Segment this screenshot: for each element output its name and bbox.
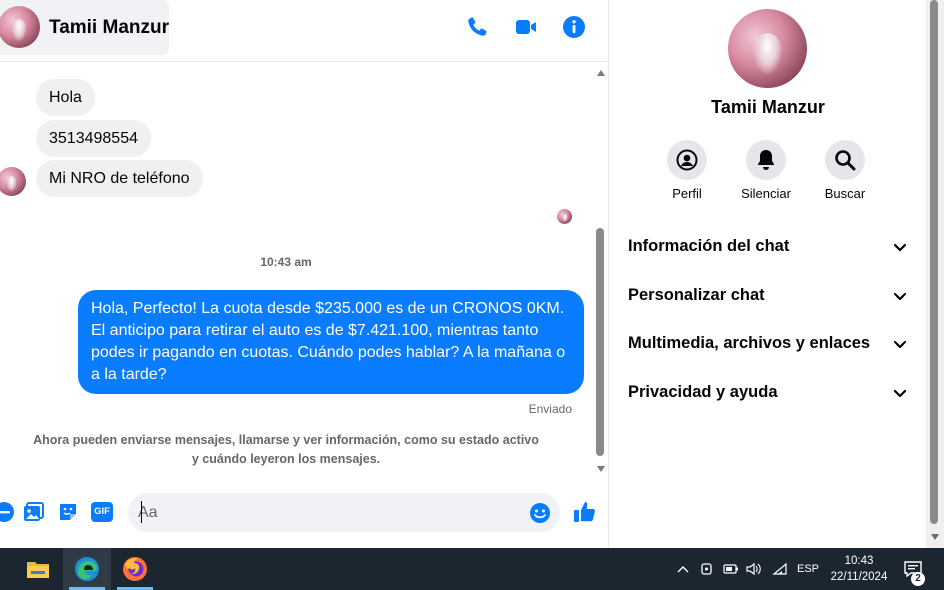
- like-icon[interactable]: [573, 500, 597, 524]
- profile-label: Perfil: [672, 186, 702, 201]
- notification-count-badge: 2: [911, 572, 925, 586]
- chevron-down-icon: [893, 243, 907, 252]
- search-button[interactable]: Buscar: [805, 140, 885, 201]
- message-list: Hola 3513498554 Mi NRO de teléfono 10:43…: [0, 63, 593, 475]
- section-label: Personalizar chat: [628, 286, 765, 304]
- section-privacy-help[interactable]: Privacidad y ayuda: [610, 371, 926, 415]
- sender-avatar[interactable]: [0, 167, 26, 196]
- chat-panel: Tamii Manzur Hola 3513498554 Mi NRO de t…: [0, 0, 609, 548]
- page-scrollbar[interactable]: [926, 0, 944, 548]
- wifi-icon[interactable]: [770, 548, 790, 590]
- mute-button[interactable]: Silenciar: [726, 140, 806, 201]
- chat-header: Tamii Manzur: [0, 0, 609, 62]
- section-label: Multimedia, archivos y enlaces: [628, 334, 871, 352]
- scroll-thumb[interactable]: [596, 228, 604, 456]
- section-customize-chat[interactable]: Personalizar chat: [610, 274, 926, 318]
- photo-icon[interactable]: [22, 500, 46, 524]
- windows-taskbar: ESP 10:43 22/11/2024: [0, 548, 944, 590]
- mute-label: Silenciar: [741, 186, 791, 201]
- gif-label: GIF: [91, 502, 113, 522]
- edge-icon[interactable]: [63, 548, 111, 590]
- gif-icon[interactable]: GIF: [90, 500, 114, 524]
- battery-icon[interactable]: [721, 548, 741, 590]
- chevron-down-icon: [893, 389, 907, 398]
- text-caret: [141, 501, 142, 523]
- message-incoming[interactable]: 3513498554: [36, 120, 151, 157]
- bell-icon[interactable]: [746, 140, 786, 180]
- section-label: Privacidad y ayuda: [628, 383, 778, 401]
- plus-icon[interactable]: [0, 500, 16, 524]
- contact-name[interactable]: Tamii Manzur: [49, 17, 169, 39]
- side-contact-name: Tamii Manzur: [711, 97, 825, 117]
- profile-button[interactable]: Perfil: [647, 140, 727, 201]
- volume-icon[interactable]: [745, 548, 763, 590]
- search-label: Buscar: [824, 186, 866, 201]
- message-incoming[interactable]: Mi NRO de teléfono: [36, 160, 203, 197]
- section-media-files-links[interactable]: Multimedia, archivos y enlaces: [610, 322, 926, 366]
- info-icon[interactable]: [561, 14, 587, 40]
- message-input-wrapper[interactable]: [128, 493, 560, 532]
- section-label: Información del chat: [628, 237, 790, 255]
- clock-time: 10:43: [844, 555, 874, 567]
- page-scroll-thumb[interactable]: [930, 0, 938, 524]
- language-indicator[interactable]: ESP: [794, 548, 822, 590]
- emoji-icon[interactable]: [528, 501, 552, 525]
- system-clock[interactable]: 10:43 22/11/2024: [820, 553, 898, 585]
- contact-avatar[interactable]: [0, 6, 40, 48]
- message-outgoing[interactable]: Hola, Perfecto! La cuota desde $235.000 …: [78, 290, 584, 394]
- clock-date: 22/11/2024: [830, 571, 888, 583]
- message-timestamp: 10:43 am: [260, 255, 312, 269]
- chevron-up-icon[interactable]: [674, 548, 692, 590]
- message-incoming[interactable]: Hola: [36, 79, 95, 116]
- meet-now-icon[interactable]: [698, 548, 716, 590]
- scroll-up-arrow[interactable]: [597, 70, 605, 76]
- section-chat-info[interactable]: Información del chat: [610, 225, 926, 269]
- phone-icon[interactable]: [464, 14, 490, 40]
- chevron-down-icon: [893, 340, 907, 349]
- file-explorer-icon[interactable]: [14, 548, 62, 590]
- system-note: Ahora pueden enviarse mensajes, llamarse…: [33, 433, 539, 466]
- search-icon[interactable]: [825, 140, 865, 180]
- seen-avatar: [557, 209, 572, 224]
- message-composer: GIF: [0, 485, 609, 545]
- profile-icon[interactable]: [667, 140, 707, 180]
- chevron-down-icon: [893, 292, 907, 301]
- message-input[interactable]: [138, 493, 518, 532]
- page-scroll-down-arrow[interactable]: [931, 534, 939, 540]
- video-call-icon[interactable]: [513, 14, 539, 40]
- sticker-icon[interactable]: [56, 500, 80, 524]
- firefox-icon[interactable]: [111, 548, 159, 590]
- message-status: Enviado: [528, 402, 572, 416]
- chat-details-panel: Tamii Manzur Perfil Silenciar Buscar Inf…: [610, 0, 926, 548]
- message-scrollbar[interactable]: [594, 63, 608, 475]
- contact-profile-photo[interactable]: [728, 9, 807, 88]
- contact-header-button[interactable]: Tamii Manzur: [0, 0, 169, 55]
- scroll-down-arrow[interactable]: [597, 466, 605, 472]
